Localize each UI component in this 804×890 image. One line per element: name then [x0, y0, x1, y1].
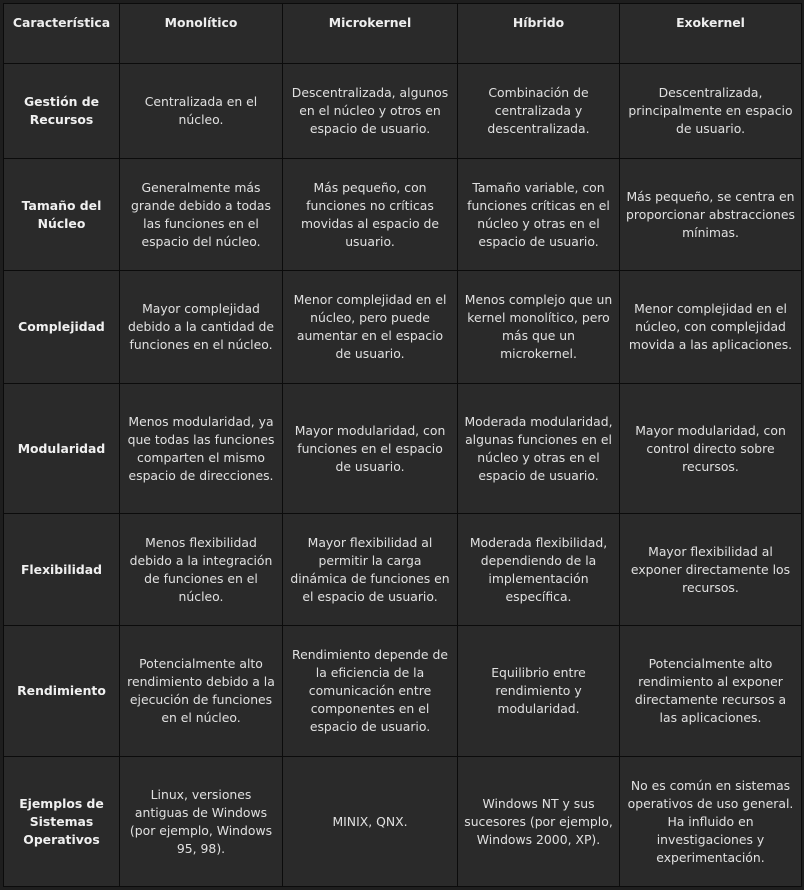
table-cell: Tamaño variable, con funciones críticas … [457, 158, 620, 271]
table-row: Tamaño del Núcleo Generalmente más grand… [3, 158, 802, 271]
table-cell: MINIX, QNX. [282, 756, 458, 887]
row-label: Ejemplos de Sistemas Operativos [3, 756, 120, 887]
row-label: Modularidad [3, 383, 120, 514]
table-row: Flexibilidad Menos flexibilidad debido a… [3, 513, 802, 626]
table-cell: Equilibrio entre rendimiento y modularid… [457, 625, 620, 757]
table-cell: Menos modularidad, ya que todas las func… [119, 383, 283, 514]
table-cell: Menos complejo que un kernel monolítico,… [457, 270, 620, 384]
header-exokernel: Exokernel [619, 3, 802, 64]
table-row: Modularidad Menos modularidad, ya que to… [3, 383, 802, 514]
table-cell: Menos flexibilidad debido a la integraci… [119, 513, 283, 626]
table-cell: Windows NT y sus sucesores (por ejemplo,… [457, 756, 620, 887]
row-label: Flexibilidad [3, 513, 120, 626]
table-cell: Combinación de centralizada y descentral… [457, 63, 620, 159]
table-cell: Descentralizada, algunos en el núcleo y … [282, 63, 458, 159]
table-cell: Linux, versiones antiguas de Windows (po… [119, 756, 283, 887]
table-cell: Generalmente más grande debido a todas l… [119, 158, 283, 271]
table-cell: Descentralizada, principalmente en espac… [619, 63, 802, 159]
comparison-table-container: Característica Monolítico Microkernel Hí… [3, 3, 802, 887]
table-cell: Potencialmente alto rendimiento debido a… [119, 625, 283, 757]
header-monolitico: Monolítico [119, 3, 283, 64]
table-cell: Moderada flexibilidad, dependiendo de la… [457, 513, 620, 626]
table-cell: Menor complejidad en el núcleo, pero pue… [282, 270, 458, 384]
table-row: Complejidad Mayor complejidad debido a l… [3, 270, 802, 384]
table-row: Rendimiento Potencialmente alto rendimie… [3, 625, 802, 757]
table-cell: Menor complejidad en el núcleo, con comp… [619, 270, 802, 384]
table-row: Gestión de Recursos Centralizada en el n… [3, 63, 802, 159]
table-cell: Moderada modularidad, algunas funciones … [457, 383, 620, 514]
table-cell: Más pequeño, se centra en proporcionar a… [619, 158, 802, 271]
table-cell: Rendimiento depende de la eficiencia de … [282, 625, 458, 757]
table-cell: No es común en sistemas operativos de us… [619, 756, 802, 887]
table-cell: Más pequeño, con funciones no críticas m… [282, 158, 458, 271]
table-cell: Mayor modularidad, con funciones en el e… [282, 383, 458, 514]
header-caracteristica: Característica [3, 3, 120, 64]
row-label: Rendimiento [3, 625, 120, 757]
table-cell: Mayor complejidad debido a la cantidad d… [119, 270, 283, 384]
header-hibrido: Híbrido [457, 3, 620, 64]
row-label: Complejidad [3, 270, 120, 384]
table-cell: Mayor modularidad, con control directo s… [619, 383, 802, 514]
table-cell: Mayor flexibilidad al exponer directamen… [619, 513, 802, 626]
table-row: Ejemplos de Sistemas Operativos Linux, v… [3, 756, 802, 887]
header-row: Característica Monolítico Microkernel Hí… [3, 3, 802, 64]
table-cell: Centralizada en el núcleo. [119, 63, 283, 159]
row-label: Gestión de Recursos [3, 63, 120, 159]
header-microkernel: Microkernel [282, 3, 458, 64]
row-label: Tamaño del Núcleo [3, 158, 120, 271]
table-cell: Mayor flexibilidad al permitir la carga … [282, 513, 458, 626]
kernel-comparison-table: Característica Monolítico Microkernel Hí… [3, 3, 802, 887]
table-cell: Potencialmente alto rendimiento al expon… [619, 625, 802, 757]
